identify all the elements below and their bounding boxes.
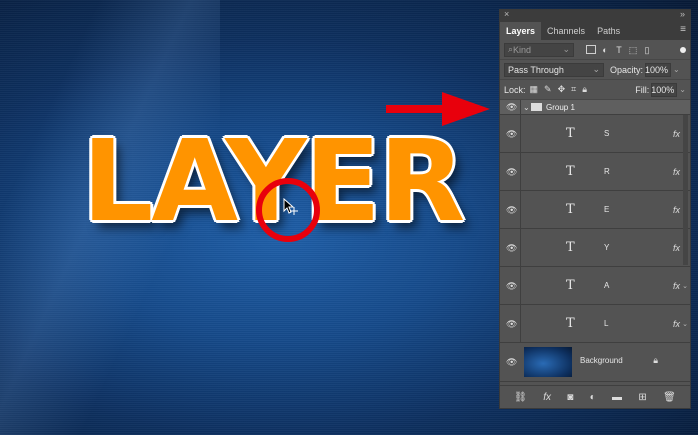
opacity-input[interactable]: 100%	[645, 62, 672, 77]
chevron-down-icon: ⌄	[592, 64, 600, 74]
lock-row: Lock: ▦ ✎ ✥ ⌗ 🔒︎ Fill: 100% ⌄	[500, 80, 690, 100]
layer-divider	[520, 100, 521, 114]
lock-all-icon[interactable]: 🔒︎	[582, 84, 587, 95]
layer-name[interactable]: S	[604, 129, 609, 138]
visibility-eye-icon[interactable]: 👁︎	[506, 167, 517, 177]
layer-divider	[520, 115, 521, 152]
folder-icon	[531, 103, 542, 111]
layer-group-row[interactable]: 👁︎ ⌄ Group 1	[500, 100, 690, 115]
smart-object-filter-icon[interactable]: ▯	[642, 45, 652, 55]
visibility-eye-icon[interactable]: 👁︎	[506, 243, 517, 253]
visibility-eye-icon[interactable]: 👁︎	[506, 357, 517, 367]
group-name: Group 1	[546, 102, 575, 112]
layer-name[interactable]: R	[604, 167, 610, 176]
lock-label: Lock:	[504, 84, 526, 95]
fx-icon[interactable]: fx	[673, 243, 680, 253]
layer-name[interactable]: A	[604, 281, 609, 290]
lock-icon: 🔒︎	[653, 355, 658, 365]
layer-divider	[520, 229, 521, 266]
chevron-down-icon: ⌄	[562, 44, 570, 54]
shape-filter-icon[interactable]: ⬚	[628, 45, 638, 55]
layer-row[interactable]: 👁︎ T A fx ⌄	[500, 267, 690, 305]
blend-mode-select[interactable]: Pass Through ⌄	[504, 62, 604, 77]
filter-toggle-icon[interactable]	[680, 46, 686, 53]
layer-row[interactable]: 👁︎ T R fx ⌄	[500, 153, 690, 191]
layers-panel: × » Layers Channels Paths ≡ ⌕ Kind ⌄ ◐ T…	[499, 9, 691, 409]
type-layer-icon: T	[566, 240, 575, 255]
fill-label: Fill:	[635, 84, 650, 95]
new-adjustment-icon[interactable]: ◐	[590, 392, 596, 403]
layer-divider	[520, 305, 521, 342]
visibility-eye-icon[interactable]: 👁︎	[506, 205, 517, 215]
visibility-eye-icon[interactable]: 👁︎	[506, 281, 517, 291]
layer-row[interactable]: 👁︎ T L fx ⌄	[500, 305, 690, 343]
layer-row[interactable]: 👁︎ T E fx ⌄	[500, 191, 690, 229]
layer-thumbnail	[524, 347, 572, 377]
blend-row: Pass Through ⌄ Opacity: 100% ⌄	[500, 60, 690, 80]
type-filter-icon[interactable]: T	[614, 45, 624, 55]
fx-icon[interactable]: fx	[673, 167, 680, 177]
lock-transparent-icon[interactable]: ▦	[530, 84, 539, 95]
type-layer-icon: T	[566, 126, 575, 141]
fill-chevron-icon[interactable]: ⌄	[679, 85, 686, 94]
chevron-down-icon[interactable]: ⌄	[682, 282, 688, 290]
blend-mode-value: Pass Through	[508, 64, 564, 75]
lock-artboard-icon[interactable]: ⌗	[571, 84, 576, 95]
panel-footer: ⛓︎ fx ◙ ◐ ▬ ⊞ 🗑︎	[500, 385, 690, 408]
opacity-label: Opacity:	[610, 64, 644, 75]
kind-placeholder: Kind	[513, 44, 532, 55]
panel-tabs: Layers Channels Paths ≡	[500, 20, 690, 40]
delete-layer-icon[interactable]: 🗑︎	[663, 392, 676, 403]
fill-input[interactable]: 100%	[651, 82, 678, 97]
filter-row: ⌕ Kind ⌄ ◐ T ⬚ ▯	[500, 40, 690, 60]
panel-title-bar: × »	[500, 9, 690, 20]
background-layer-row[interactable]: 👁︎ Background 🔒︎	[500, 343, 690, 382]
kind-filter-select[interactable]: ⌕ Kind ⌄	[504, 42, 574, 57]
tab-layers[interactable]: Layers	[500, 22, 542, 40]
visibility-eye-icon[interactable]: 👁︎	[506, 129, 517, 139]
opacity-chevron-icon[interactable]: ⌄	[673, 65, 680, 74]
new-group-icon[interactable]: ▬	[612, 392, 622, 403]
layer-divider	[520, 153, 521, 190]
layer-divider	[520, 191, 521, 228]
layer-row[interactable]: 👁︎ T Y fx ⌄	[500, 229, 690, 267]
tab-channels[interactable]: Channels	[541, 22, 591, 40]
type-layer-icon: T	[566, 316, 575, 331]
close-icon[interactable]: ×	[504, 9, 509, 19]
move-cursor-icon	[283, 198, 298, 215]
fx-icon[interactable]: fx	[673, 129, 680, 139]
fx-icon[interactable]: fx	[673, 281, 680, 291]
panel-scrollbar[interactable]	[683, 115, 688, 265]
link-layers-icon[interactable]: ⛓︎	[514, 392, 527, 403]
adjustment-filter-icon[interactable]: ◐	[600, 45, 610, 55]
panel-menu-icon[interactable]: ≡	[680, 24, 686, 35]
layer-name[interactable]: L	[604, 319, 608, 328]
lock-pixels-icon[interactable]: ✎	[544, 84, 552, 95]
new-layer-icon[interactable]: ⊞	[638, 392, 646, 403]
visibility-eye-icon[interactable]: 👁︎	[506, 102, 517, 112]
chevron-down-icon[interactable]: ⌄	[523, 103, 530, 112]
layer-row[interactable]: 👁︎ T S fx ⌄	[500, 115, 690, 153]
fx-icon[interactable]: fx	[673, 205, 680, 215]
layer-name[interactable]: Y	[604, 243, 609, 252]
image-filter-icon[interactable]	[586, 44, 596, 54]
type-layer-icon: T	[566, 278, 575, 293]
add-mask-icon[interactable]: ◙	[567, 392, 573, 403]
layer-name[interactable]: Background	[580, 356, 623, 365]
lock-position-icon[interactable]: ✥	[558, 84, 566, 95]
layer-name[interactable]: E	[604, 205, 609, 214]
red-arrow-icon	[386, 92, 490, 126]
add-fx-icon[interactable]: fx	[543, 392, 551, 403]
chevron-down-icon[interactable]: ⌄	[682, 320, 688, 328]
layer-divider	[520, 267, 521, 304]
type-layer-icon: T	[566, 202, 575, 217]
visibility-eye-icon[interactable]: 👁︎	[506, 319, 517, 329]
type-layer-icon: T	[566, 164, 575, 179]
fx-icon[interactable]: fx	[673, 319, 680, 329]
collapse-icon[interactable]: »	[680, 9, 685, 19]
tab-paths[interactable]: Paths	[591, 22, 626, 40]
